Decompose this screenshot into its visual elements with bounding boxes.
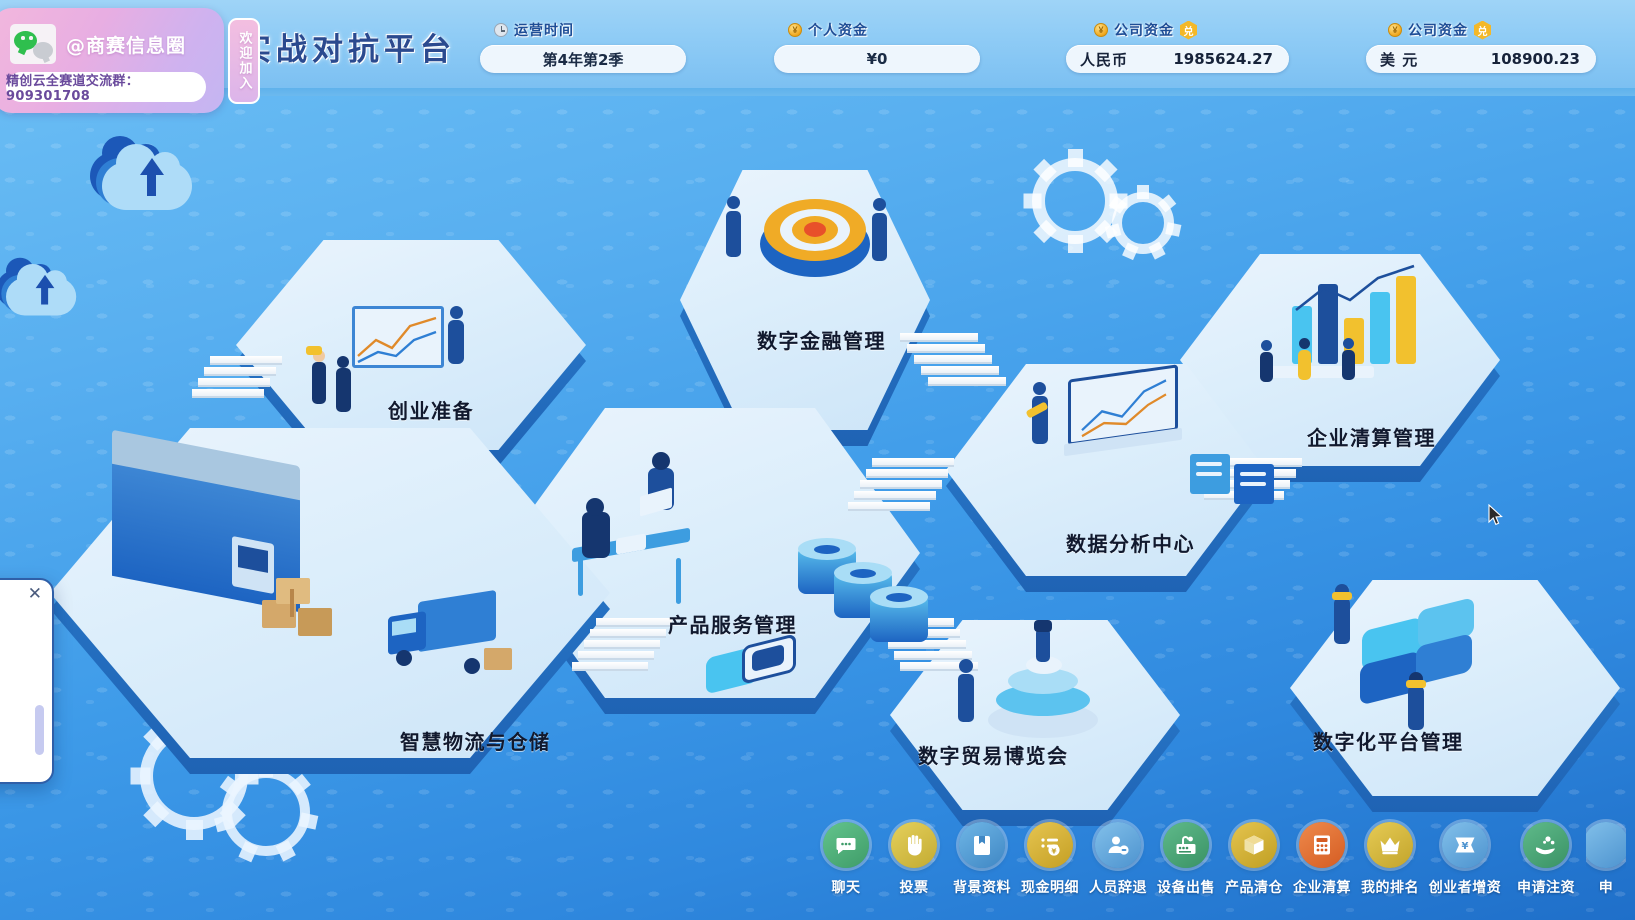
zone-label-digital-finance: 数字金融管理 [757, 329, 886, 353]
amount-usd: 108900.23 [1490, 50, 1580, 68]
zone-label-digital-platform: 数字化平台管理 [1313, 730, 1464, 754]
toolbar-label-vote: 投票 [899, 880, 929, 896]
user-minus-icon [1095, 822, 1141, 868]
stat-label-personal-funds: 个人资金 [808, 23, 868, 39]
coin-icon [1094, 23, 1108, 37]
toolbar-label-equipment-sale: 设备出售 [1157, 880, 1215, 896]
stat-value-personal-funds[interactable]: ¥0 [774, 45, 980, 73]
toolbar-item-equipment-sale[interactable]: 设备出售 [1152, 810, 1220, 897]
stat-company-funds-cny: 公司资金 兑 人民币 1985624.27 [1066, 20, 1289, 73]
stat-label-operating-time: 运营时间 [514, 23, 574, 39]
wechat-icon [10, 24, 56, 64]
clock-icon [494, 23, 508, 37]
zone-label-startup-prep: 创业准备 [388, 399, 474, 423]
toolbar-label-background-info: 背景资料 [953, 880, 1011, 896]
zone-label-product-service: 产品服务管理 [668, 613, 797, 637]
toolbar-item-product-clear[interactable]: 产品清仓 [1220, 810, 1288, 897]
toolbar-item-chat[interactable]: 聊天 [812, 810, 880, 897]
stat-label-company-funds-cny: 公司资金 [1114, 23, 1174, 39]
hand-coins-icon [1523, 822, 1569, 868]
coin-icon [788, 23, 802, 37]
close-icon[interactable]: ✕ [28, 584, 42, 604]
calculator-icon [1299, 822, 1345, 868]
toolbar-item-cash-detail[interactable]: ¥ 现金明细 [1016, 810, 1084, 897]
exchange-badge-icon[interactable]: 兑 [1474, 20, 1491, 40]
wechat-promo-banner[interactable]: @商赛信息圈 精创云全赛道交流群：909301708 [0, 8, 224, 113]
toolbar-label-product-clear: 产品清仓 [1225, 880, 1283, 896]
vertical-scrollbar[interactable] [35, 705, 44, 755]
stat-personal-funds: 个人资金 ¥0 [774, 20, 980, 73]
promo-row: @商赛信息圈 [10, 24, 186, 64]
currency-label-cny: 人民币 [1080, 50, 1129, 69]
svg-text:¥: ¥ [1462, 841, 1469, 852]
coin-icon [1388, 23, 1402, 37]
stat-company-funds-usd: 公司资金 兑 美 元 108900.23 [1366, 20, 1596, 73]
stat-label-company-funds-usd: 公司资金 [1408, 23, 1468, 39]
toolbar-item-my-ranking[interactable]: 我的排名 [1356, 810, 1424, 897]
cash-list-icon: ¥ [1027, 822, 1073, 868]
more-icon [1586, 822, 1626, 868]
amount-cny: 1985624.27 [1173, 50, 1273, 68]
chat-bubble-icon [823, 822, 869, 868]
toolbar-label-more: 申 [1598, 880, 1614, 896]
machine-icon [1163, 822, 1209, 868]
isometric-map-board: 创业准备 数字金融管理 企业清算管理 数据分析中心 产品服务管理 智慧物流与仓储… [0, 88, 1635, 848]
promo-join-tab[interactable]: 欢迎加入 [228, 18, 260, 104]
zone-label-digital-expo: 数字贸易博览会 [918, 744, 1069, 768]
zone-label-data-analysis: 数据分析中心 [1066, 532, 1195, 556]
stat-value-company-funds-usd[interactable]: 美 元 108900.23 [1366, 45, 1596, 73]
toolbar-item-enterprise-liquidation[interactable]: 企业清算 [1288, 810, 1356, 897]
toolbar-label-my-ranking: 我的排名 [1361, 880, 1419, 896]
toolbar-label-cash-detail: 现金明细 [1021, 880, 1079, 896]
stat-value-company-funds-cny[interactable]: 人民币 1985624.27 [1066, 45, 1289, 73]
toolbar-label-chat: 聊天 [831, 880, 861, 896]
toolbar-item-staff-dismiss[interactable]: 人员辞退 [1084, 810, 1152, 897]
toolbar-label-enterprise-liquidation: 企业清算 [1293, 880, 1351, 896]
bottom-toolbar: 聊天 投票 背景资料 ¥ 现金明细 人员辞退 设备出售 产品清仓 企业清算 我的… [0, 810, 1635, 920]
zone-label-enterprise-liquidation: 企业清算管理 [1307, 426, 1436, 450]
zone-label-smart-logistics: 智慧物流与仓储 [400, 730, 551, 754]
toolbar-item-founder-capital[interactable]: ¥ 创业者增资 [1424, 810, 1506, 897]
promo-group-id: 精创云全赛道交流群：909301708 [6, 72, 206, 104]
promo-join-label: 欢迎加入 [236, 31, 252, 91]
game-window: 创业准备 数字金融管理 企业清算管理 数据分析中心 产品服务管理 智慧物流与仓储… [0, 0, 1635, 920]
toolbar-item-background-info[interactable]: 背景资料 [948, 810, 1016, 897]
toolbar-label-founder-capital: 创业者增资 [1428, 880, 1502, 896]
side-popup-panel[interactable]: ✕ [0, 578, 54, 784]
toolbar-item-vote[interactable]: 投票 [880, 810, 948, 897]
promo-handle: @商赛信息圈 [66, 34, 187, 57]
currency-label-usd: 美 元 [1380, 50, 1419, 69]
stat-value-operating-time[interactable]: 第4年第2季 [480, 45, 686, 73]
page-title: 实战对抗平台 [240, 32, 456, 68]
toolbar-label-apply-investment: 申请注资 [1517, 880, 1575, 896]
svg-text:¥: ¥ [1051, 846, 1057, 855]
toolbar-item-apply-investment[interactable]: 申请注资 [1506, 810, 1586, 897]
toolbar-label-staff-dismiss: 人员辞退 [1089, 880, 1147, 896]
crown-icon [1367, 822, 1413, 868]
toolbar-item-more[interactable]: 申 [1586, 810, 1626, 897]
exchange-badge-icon[interactable]: 兑 [1180, 20, 1197, 40]
box-icon [1231, 822, 1277, 868]
money-ticket-icon: ¥ [1442, 822, 1488, 868]
book-icon [959, 822, 1005, 868]
hand-raise-icon [891, 822, 937, 868]
stat-operating-time: 运营时间 第4年第2季 [480, 20, 686, 73]
